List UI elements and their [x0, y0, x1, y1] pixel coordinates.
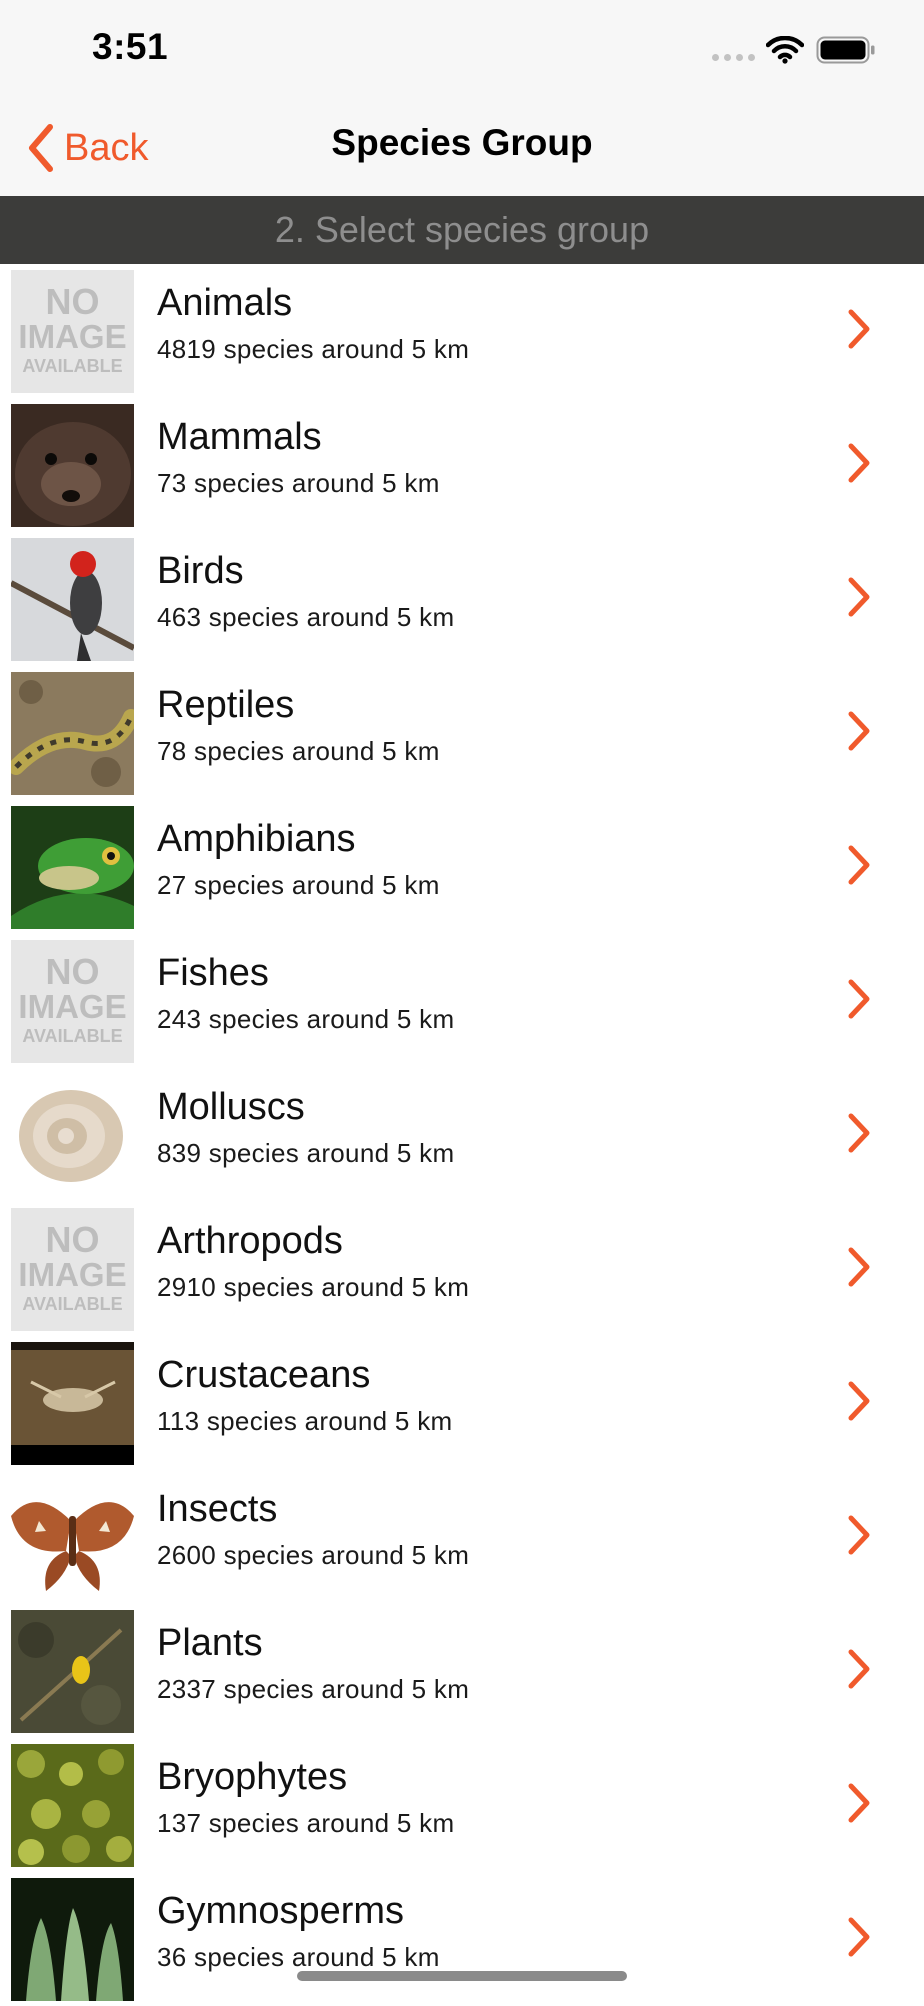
svg-text:AVAILABLE: AVAILABLE [22, 1294, 122, 1314]
cellular-signal-icon [712, 54, 755, 61]
group-name: Insects [157, 1488, 278, 1530]
group-name: Birds [157, 550, 244, 592]
chevron-right-icon [848, 845, 870, 885]
species-count: 2910 species around 5 km [157, 1272, 470, 1302]
list-item-molluscs[interactable]: Molluscs 839 species around 5 km [0, 1068, 924, 1202]
wifi-icon [766, 36, 804, 64]
svg-text:AVAILABLE: AVAILABLE [22, 356, 122, 376]
navigation-bar: Back Species Group [0, 100, 924, 196]
svg-text:NO: NO [46, 951, 100, 992]
species-count: 73 species around 5 km [157, 468, 440, 498]
list-item-animals[interactable]: NO IMAGE AVAILABLE Animals 4819 species arou… [0, 264, 924, 398]
chevron-right-icon [848, 711, 870, 751]
species-group-list: NO IMAGE AVAILABLE Animals 4819 species arou… [0, 264, 924, 2006]
svg-text:NO: NO [46, 281, 100, 322]
species-group-thumbnail [11, 404, 134, 527]
species-count: 243 species around 5 km [157, 1004, 455, 1034]
species-group-thumbnail [11, 1610, 134, 1733]
home-indicator [297, 1971, 627, 1981]
chevron-right-icon [848, 577, 870, 617]
chevron-right-icon [848, 1783, 870, 1823]
list-item-amphibians[interactable]: Amphibians 27 species around 5 km [0, 800, 924, 934]
list-item-gymnosperms[interactable]: Gymnosperms 36 species around 5 km [0, 1872, 924, 2006]
group-name: Arthropods [157, 1220, 343, 1262]
species-group-thumbnail [11, 1744, 134, 1867]
group-name: Plants [157, 1622, 263, 1664]
section-header: 2. Select species group [0, 196, 924, 264]
chevron-right-icon [848, 979, 870, 1019]
species-count: 27 species around 5 km [157, 870, 440, 900]
species-group-thumbnail: NO IMAGE AVAILABLE [11, 270, 134, 393]
species-count: 137 species around 5 km [157, 1808, 455, 1838]
species-count: 2337 species around 5 km [157, 1674, 470, 1704]
species-group-thumbnail [11, 1878, 134, 2001]
species-group-thumbnail: NO IMAGE AVAILABLE [11, 940, 134, 1063]
species-count: 4819 species around 5 km [157, 334, 470, 364]
list-item-fishes[interactable]: NO IMAGE AVAILABLE Fishes 243 species around… [0, 934, 924, 1068]
species-group-thumbnail [11, 538, 134, 661]
status-time: 3:51 [92, 26, 169, 67]
list-item-plants[interactable]: Plants 2337 species around 5 km [0, 1604, 924, 1738]
group-name: Crustaceans [157, 1354, 371, 1396]
species-count: 113 species around 5 km [157, 1406, 453, 1436]
chevron-right-icon [848, 1515, 870, 1555]
chevron-right-icon [848, 1649, 870, 1689]
chevron-right-icon [848, 1113, 870, 1153]
group-name: Molluscs [157, 1086, 305, 1128]
chevron-right-icon [848, 309, 870, 349]
chevron-right-icon [848, 1247, 870, 1287]
page-title: Species Group [331, 122, 593, 163]
list-item-mammals[interactable]: Mammals 73 species around 5 km [0, 398, 924, 532]
list-item-birds[interactable]: Birds 463 species around 5 km [0, 532, 924, 666]
group-name: Animals [157, 282, 293, 324]
battery-icon [816, 36, 875, 64]
chevron-right-icon [848, 1917, 870, 1957]
chevron-right-icon [848, 1381, 870, 1421]
chevron-right-icon [848, 443, 870, 483]
list-item-crustaceans[interactable]: Crustaceans 113 species around 5 km [0, 1336, 924, 1470]
svg-text:IMAGE: IMAGE [18, 318, 126, 355]
species-count: 463 species around 5 km [157, 602, 455, 632]
group-name: Amphibians [157, 818, 356, 860]
svg-text:NO: NO [46, 1219, 100, 1260]
species-group-thumbnail: NO IMAGE AVAILABLE [11, 1208, 134, 1331]
species-group-thumbnail [11, 806, 134, 929]
species-count: 2600 species around 5 km [157, 1540, 470, 1570]
species-group-thumbnail [11, 1342, 134, 1465]
species-count: 839 species around 5 km [157, 1138, 455, 1168]
species-group-thumbnail [11, 672, 134, 795]
group-name: Reptiles [157, 684, 295, 726]
group-name: Bryophytes [157, 1756, 348, 1798]
species-group-thumbnail [11, 1476, 134, 1599]
list-item-insects[interactable]: Insects 2600 species around 5 km [0, 1470, 924, 1604]
svg-text:IMAGE: IMAGE [18, 1256, 126, 1293]
group-name: Fishes [157, 952, 269, 994]
species-count: 36 species around 5 km [157, 1942, 440, 1972]
species-group-thumbnail [11, 1074, 134, 1197]
list-item-bryophytes[interactable]: Bryophytes 137 species around 5 km [0, 1738, 924, 1872]
svg-text:AVAILABLE: AVAILABLE [22, 1026, 122, 1046]
group-name: Gymnosperms [157, 1890, 405, 1932]
svg-text:IMAGE: IMAGE [18, 988, 126, 1025]
list-item-reptiles[interactable]: Reptiles 78 species around 5 km [0, 666, 924, 800]
list-item-arthropods[interactable]: NO IMAGE AVAILABLE Arthropods 2910 species a… [0, 1202, 924, 1336]
group-name: Mammals [157, 416, 322, 458]
status-bar: 3:51 [0, 0, 924, 100]
species-count: 78 species around 5 km [157, 736, 440, 766]
